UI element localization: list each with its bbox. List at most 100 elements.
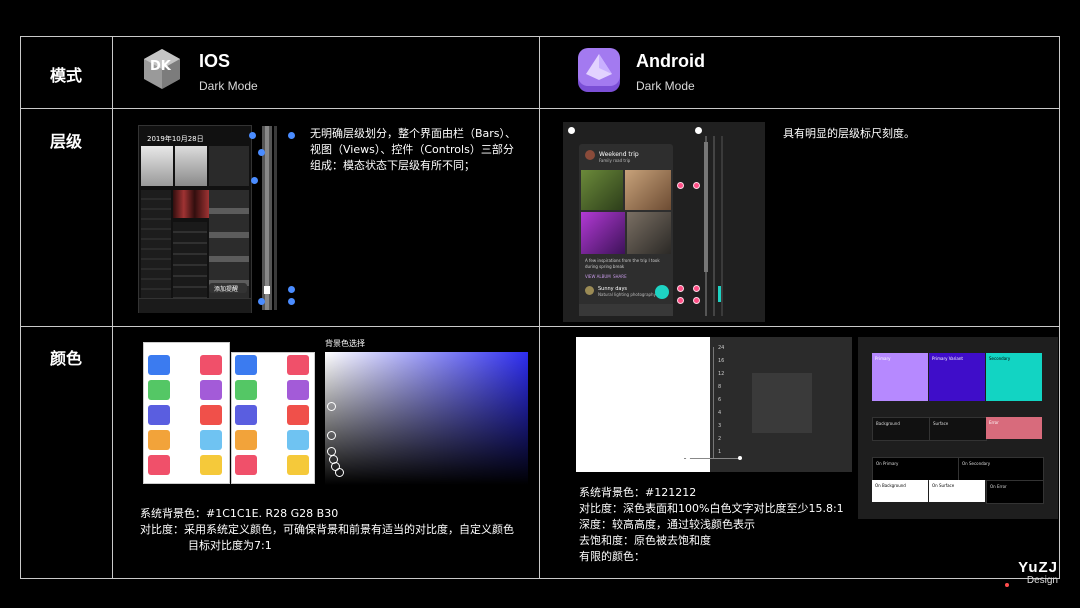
android-level-marker xyxy=(677,182,684,189)
ruler-tick-label: 2 xyxy=(718,436,722,442)
ios-color-desc-line: 对比度：采用系统定义颜色，可确保背景和前景有适当的对比度，自定义颜色 xyxy=(140,523,514,536)
ruler-tick-label: 16 xyxy=(718,358,725,364)
ios-mock-tabbar xyxy=(139,298,251,313)
android-elevation-ruler xyxy=(713,347,714,459)
android-title: Android xyxy=(636,51,705,71)
ios-level-marker xyxy=(288,132,295,139)
android-card-photo-1 xyxy=(581,170,623,210)
ios-color-swatch xyxy=(200,380,222,400)
ios-color-swatch xyxy=(235,405,257,425)
android-card-action-view: VIEW ALBUM xyxy=(585,274,611,279)
android-elevation-card xyxy=(752,373,812,433)
palette-primary: Primary xyxy=(872,353,928,401)
android-levels-canvas: Weekend trip Family road trip A few insp… xyxy=(563,122,765,322)
android-contrast-demo: 24 16 12 8 6 4 3 2 1 xyxy=(576,337,852,472)
picker-handle xyxy=(327,431,336,440)
android-color-description: 系统背景色：#121212 对比度：深色表面和100%白色文字对比度至少15.8… xyxy=(579,485,869,565)
palette-on-background-label: On Background xyxy=(875,483,906,488)
android-ruler-fill xyxy=(704,142,708,272)
android-color-desc-line: 深度：较高高度，通过较浅颜色表示 xyxy=(579,518,755,531)
android-level-marker xyxy=(677,297,684,304)
android-white-surface xyxy=(576,337,710,472)
android-card-photo-3 xyxy=(581,212,625,254)
ios-levels-desc-line: 视图（Views）、控件（Controls）三部分 xyxy=(310,143,514,156)
android-color-desc-line: 有限的颜色： xyxy=(579,550,645,563)
android-level-marker xyxy=(693,297,700,304)
ios-levels-desc-line: 组成：模态状态下层级有所不同； xyxy=(310,159,475,172)
android-subtitle: Dark Mode xyxy=(636,79,695,93)
ios-level-marker xyxy=(258,149,265,156)
android-fab xyxy=(655,285,669,299)
ios-color-swatch xyxy=(235,430,257,450)
palette-secondary: Secondary xyxy=(986,353,1042,401)
ruler-tick-label: 4 xyxy=(718,410,722,416)
grid-row1-line xyxy=(20,108,1060,109)
android-level-marker xyxy=(568,127,575,134)
row-label-levels: 层级 xyxy=(50,132,83,151)
ios-mock-button: 添加提醒 xyxy=(209,283,247,293)
palette-on-error: On Error xyxy=(986,480,1044,504)
ios-color-desc-line: 目标对比度为7:1 xyxy=(188,539,272,552)
android-ruler-accent xyxy=(718,286,721,302)
android-card-action-share: SHARE xyxy=(613,274,627,279)
android-slider-knob xyxy=(686,456,690,460)
ios-title: IOS xyxy=(199,51,231,71)
palette-background-label: Background xyxy=(876,421,900,426)
grid-row2-line xyxy=(20,326,1060,327)
palette-primary-variant-label: Primary Variant xyxy=(932,356,963,361)
android-level-marker xyxy=(693,285,700,292)
palette-primary-variant: Primary Variant xyxy=(929,353,985,401)
palette-background: Background xyxy=(872,417,930,441)
ios-level-marker xyxy=(288,298,295,305)
row-label-color: 颜色 xyxy=(50,349,83,368)
picker-handle xyxy=(327,402,336,411)
brand-accent-dot xyxy=(1005,583,1009,587)
ios-color-swatch xyxy=(235,355,257,375)
ios-color-description: 系统背景色：#1C1C1E. R28 G28 B30 对比度：采用系统定义颜色，… xyxy=(140,506,535,554)
palette-on-surface-label: On Surface xyxy=(932,483,955,488)
brand-name: YuZJ xyxy=(1018,559,1058,576)
ios-picker-title: 背景色选择 xyxy=(325,339,365,348)
android-ruler-3 xyxy=(721,136,723,316)
row-label-mode: 模式 xyxy=(50,66,83,85)
ios-color-swatch xyxy=(200,455,222,475)
palette-error: Error xyxy=(986,417,1042,439)
ios-color-swatch xyxy=(148,355,170,375)
palette-on-primary-label: On Primary xyxy=(876,461,899,466)
ios-level-marker xyxy=(258,298,265,305)
grid-left-line xyxy=(20,36,21,579)
ios-color-swatch xyxy=(287,455,309,475)
ios-color-swatch xyxy=(148,430,170,450)
ios-level-marker xyxy=(288,286,295,293)
android-card3-avatar xyxy=(585,286,594,295)
ruler-tick-label: 1 xyxy=(718,449,722,455)
ios-color-swatch xyxy=(287,430,309,450)
ios-mock-list xyxy=(141,190,171,300)
palette-primary-label: Primary xyxy=(875,356,891,361)
ios-color-swatch xyxy=(148,455,170,475)
android-logo xyxy=(576,46,622,94)
palette-on-primary: On Primary xyxy=(872,457,959,481)
ruler-tick-label: 24 xyxy=(718,345,725,351)
palette-surface-label: Surface xyxy=(933,421,949,426)
palette-on-surface: On Surface xyxy=(929,480,985,502)
ios-color-swatch xyxy=(200,355,222,375)
android-color-desc-line: 系统背景色：#121212 xyxy=(579,486,697,499)
ios-color-desc-line: 系统背景色：#1C1C1E. R28 G28 B30 xyxy=(140,507,339,520)
palette-secondary-label: Secondary xyxy=(989,356,1011,361)
ios-mock-date: 2019年10月28日 xyxy=(147,135,204,143)
ios-logo-text: DK xyxy=(150,59,171,74)
ios-mock-panel xyxy=(209,146,249,186)
ios-mock-button-label: 添加提醒 xyxy=(214,286,239,293)
android-card2-text: A few inspirations from the trip I took … xyxy=(585,258,660,269)
palette-on-secondary-label: On Secondary xyxy=(962,461,991,466)
ios-color-swatch xyxy=(287,380,309,400)
grid-col1-line xyxy=(112,36,113,579)
ios-color-picker xyxy=(325,352,528,485)
palette-on-background: On Background xyxy=(872,480,928,502)
ios-mock-photo-2 xyxy=(175,146,207,186)
palette-surface: Surface xyxy=(929,417,987,441)
grid-bottom-line xyxy=(20,578,1060,579)
android-color-desc-line: 对比度：深色表面和100%白色文字对比度至少15.8:1 xyxy=(579,502,844,515)
grid-top-line xyxy=(20,36,1060,37)
